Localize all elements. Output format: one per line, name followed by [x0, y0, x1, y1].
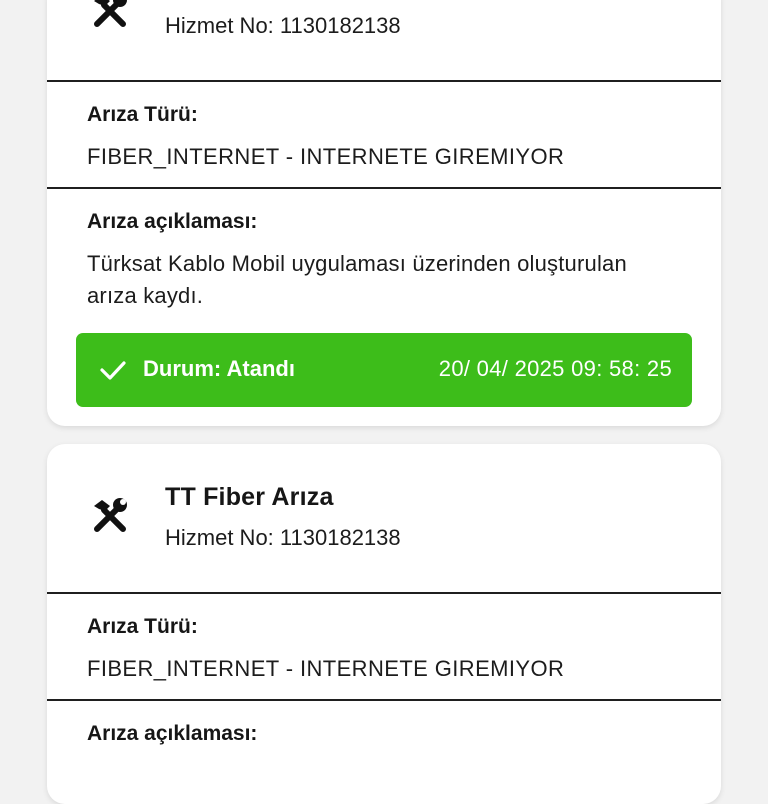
divider	[47, 80, 721, 82]
card-title: TT Fiber Arıza	[165, 483, 334, 511]
fault-type-value: FIBER_INTERNET - INTERNETE GIREMIYOR	[87, 144, 565, 169]
divider	[47, 699, 721, 701]
fault-type-label: Arıza Türü:	[87, 615, 198, 638]
divider	[47, 187, 721, 189]
service-number: Hizmet No: 1130182138	[165, 525, 401, 550]
service-number: Hizmet No: 1130182138	[165, 13, 401, 38]
tools-icon	[85, 491, 135, 541]
status-text: Durum: Atandı	[143, 356, 295, 381]
status-badge: Durum: Atandı 20/ 04/ 2025 09: 58: 25	[76, 333, 692, 407]
fault-description-label: Arıza açıklaması:	[87, 722, 258, 745]
divider	[47, 592, 721, 594]
status-datetime: 20/ 04/ 2025 09: 58: 25	[438, 356, 672, 381]
fault-description-text: Türksat Kablo Mobil uygulaması üzerinden…	[87, 251, 627, 308]
fault-type-label: Arıza Türü:	[87, 103, 198, 126]
fault-type-value: FIBER_INTERNET - INTERNETE GIREMIYOR	[87, 656, 565, 681]
fault-card[interactable]: Hizmet No: 1130182138 Arıza Türü: FIBER_…	[47, 0, 721, 426]
check-icon	[100, 361, 126, 380]
tools-icon	[85, 0, 135, 36]
fault-description-label: Arıza açıklaması:	[87, 210, 258, 233]
fault-card[interactable]: TT Fiber Arıza Hizmet No: 1130182138 Arı…	[47, 444, 721, 804]
